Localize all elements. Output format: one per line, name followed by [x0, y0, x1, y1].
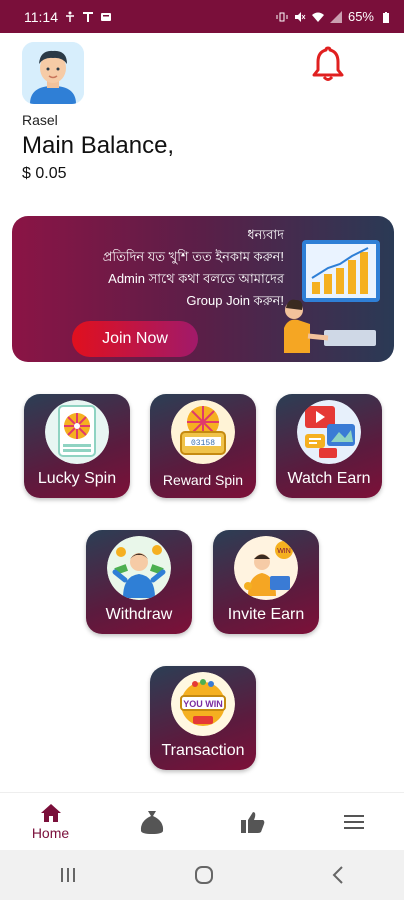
nav-label-home: Home: [31, 824, 70, 841]
you-win-badge: YOU WIN: [183, 699, 223, 709]
nav-home[interactable]: Home: [0, 793, 101, 850]
tile-label: Lucky Spin: [37, 470, 117, 487]
nav-like[interactable]: [202, 793, 303, 850]
thumbs-up-icon: [240, 811, 264, 833]
banner-line: Admin সাথে কথা বলতে আমাদের: [108, 271, 284, 286]
status-bar: 11:14 65%: [0, 0, 404, 33]
promo-banner: ধন্যবাদ প্রতিদিন যত খুশি তত ইনকাম করুন! …: [12, 216, 394, 362]
invite-earn-tile[interactable]: WIN Invite Earn: [213, 530, 319, 634]
home-circle-icon[interactable]: [193, 864, 215, 886]
banner-line: প্রতিদিন যত খুশি তত ইনকাম করুন!: [102, 249, 284, 264]
tile-label: Invite Earn: [227, 606, 305, 623]
tile-label: Watch Earn: [287, 470, 371, 487]
tile-label: Withdraw: [105, 606, 173, 623]
lucky-spin-icon: [45, 400, 109, 464]
tile-label: Transaction: [161, 742, 245, 759]
vibrate-icon: [276, 12, 288, 21]
wifi-icon: [311, 12, 324, 22]
nav-menu[interactable]: [303, 793, 404, 850]
banner-line: ধন্যবাদ: [247, 227, 284, 242]
battery-icon: [383, 11, 389, 23]
user-name: Rasel: [22, 112, 58, 128]
balance-title: Main Balance,: [22, 132, 175, 159]
transaction-tile[interactable]: YOU WIN Transaction: [150, 666, 256, 770]
balance-value: $ 0.05: [22, 165, 67, 182]
reward-spin-tile[interactable]: 03158 Reward Spin: [150, 394, 256, 498]
join-now-button[interactable]: Join Now: [72, 321, 198, 357]
watch-earn-tile[interactable]: Watch Earn: [276, 394, 382, 498]
back-icon[interactable]: [330, 865, 346, 885]
system-nav: [0, 850, 404, 900]
invite-earn-icon: WIN: [234, 536, 298, 600]
message-icon: [101, 12, 111, 21]
t-icon: [83, 11, 93, 22]
lucky-spin-tile[interactable]: Lucky Spin: [24, 394, 130, 498]
growth-chart-icon: [284, 240, 380, 353]
tile-label: Reward Spin: [162, 472, 244, 488]
withdraw-tile[interactable]: Withdraw: [86, 530, 192, 634]
reward-spin-icon: 03158: [171, 400, 235, 464]
accessibility-icon: [66, 11, 74, 22]
status-time: 11:14: [24, 8, 58, 25]
money-bag-icon: [140, 810, 163, 834]
recent-apps-icon[interactable]: [58, 866, 78, 884]
signal-icon: [329, 10, 342, 23]
avatar-icon: [22, 42, 84, 104]
banner-line: Group Join করুন!: [186, 293, 284, 308]
transaction-icon: YOU WIN: [171, 672, 235, 736]
battery-percent: 65%: [347, 9, 374, 24]
banner-text: ধন্যবাদ প্রতিদিন যত খুশি তত ইনকাম করুন! …: [103, 224, 284, 312]
watch-earn-icon: [297, 400, 361, 464]
nav-money[interactable]: [101, 793, 202, 850]
reward-code: 03158: [191, 439, 215, 448]
home-icon: [40, 803, 61, 822]
volume-off-icon: [294, 11, 306, 22]
bell-icon[interactable]: [308, 44, 348, 84]
menu-icon: [343, 814, 364, 829]
avatar[interactable]: [22, 42, 84, 104]
withdraw-icon: [107, 536, 171, 600]
svg-text:WIN: WIN: [277, 548, 291, 555]
bottom-nav: Home: [0, 792, 404, 850]
